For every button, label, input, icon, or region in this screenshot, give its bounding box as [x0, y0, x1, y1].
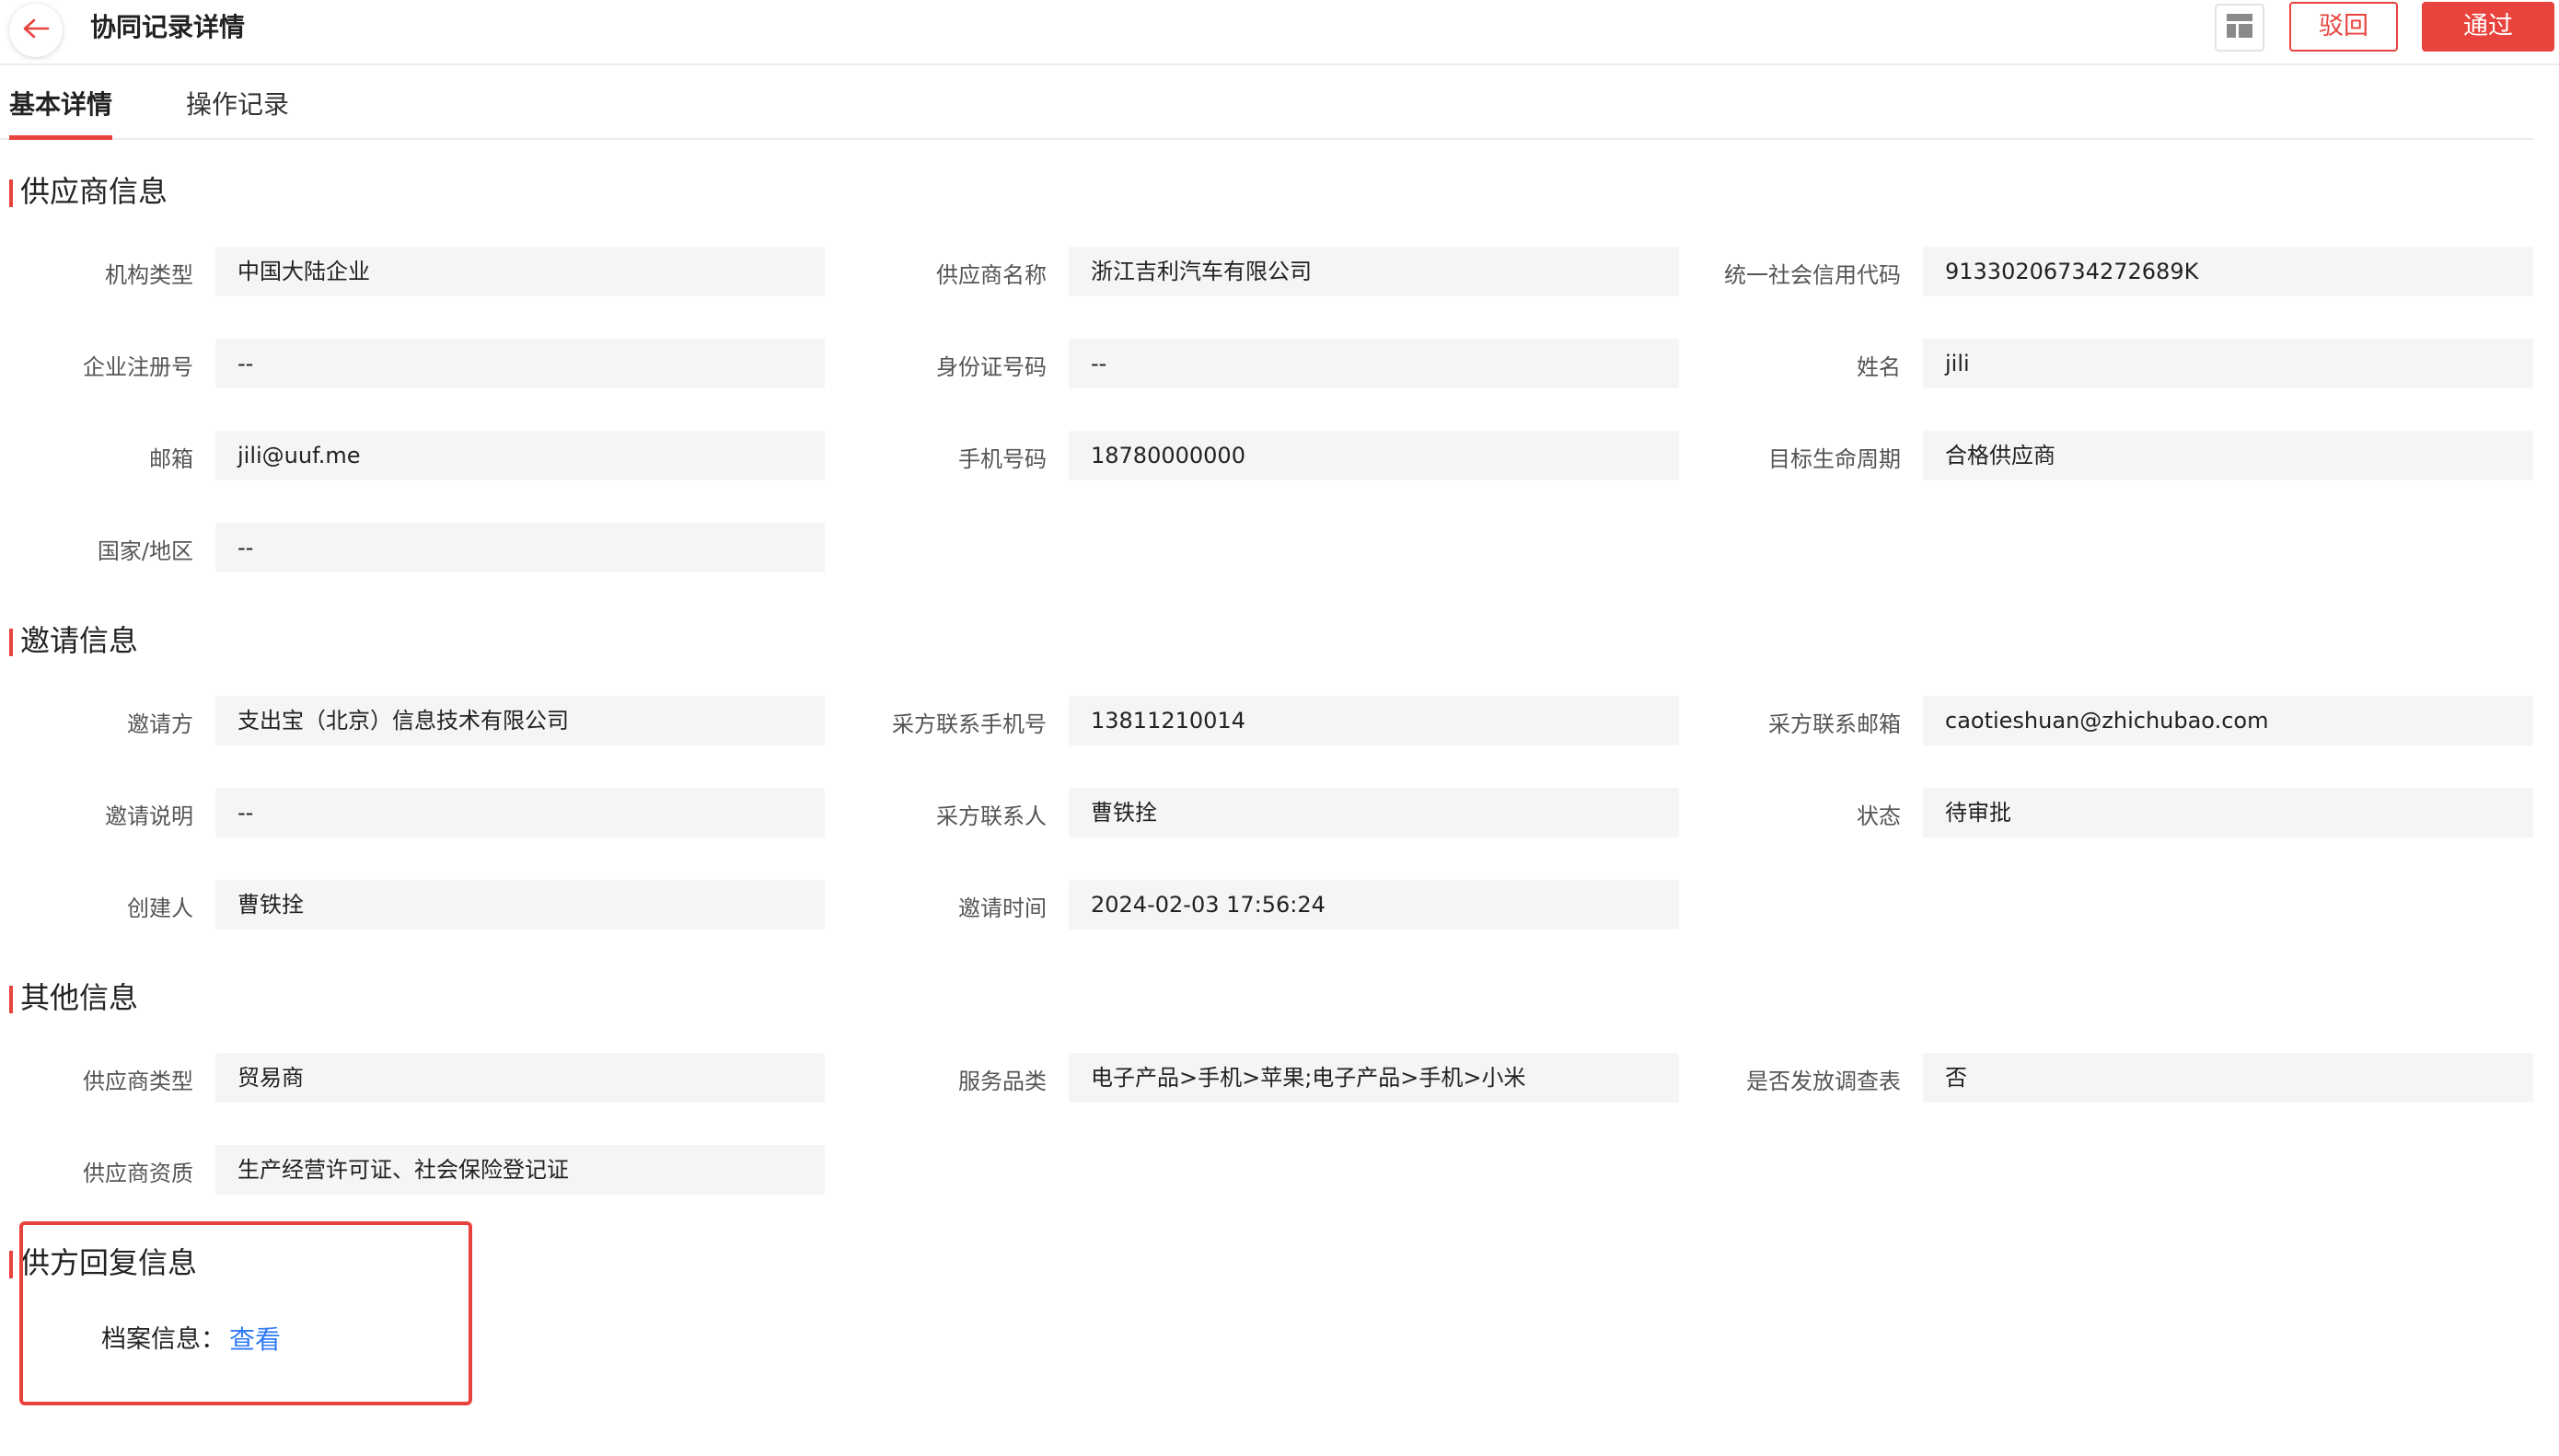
- field-value-org-type: 中国大陆企业: [215, 247, 825, 296]
- section-title-other-info: 其他信息: [9, 979, 138, 1016]
- field-label-supplier-qualification: 供应商资质: [83, 1161, 193, 1186]
- field-value-name: jili: [1923, 339, 2533, 388]
- field-label-supplier-type: 供应商类型: [83, 1069, 193, 1094]
- field-label-creator: 创建人: [127, 896, 193, 921]
- field-value-invite-note: --: [215, 788, 825, 838]
- field-label-buyer-contact: 采方联系人: [936, 803, 1047, 829]
- field-label-buyer-mobile: 采方联系手机号: [892, 711, 1047, 737]
- field-value-buyer-contact: 曹铁拴: [1069, 788, 1679, 838]
- field-label-target-lifecycle: 目标生命周期: [1768, 446, 1901, 472]
- field-label-org-type: 机构类型: [105, 262, 193, 288]
- tab-operation-records[interactable]: 操作记录: [186, 83, 289, 129]
- field-label-service-category: 服务品类: [958, 1069, 1047, 1094]
- field-value-invite-time: 2024-02-03 17:56:24: [1069, 880, 1679, 930]
- pass-button[interactable]: 通过: [2422, 2, 2554, 52]
- field-value-reg-number: --: [215, 339, 825, 388]
- reply-info-highlight-box: [19, 1221, 472, 1405]
- archive-info-label: 档案信息：: [101, 1325, 226, 1354]
- field-label-invite-note: 邀请说明: [105, 803, 193, 829]
- section-title-invite-info: 邀请信息: [9, 622, 138, 659]
- field-value-supplier-name: 浙江吉利汽车有限公司: [1069, 247, 1679, 296]
- field-label-inviter: 邀请方: [127, 711, 193, 737]
- field-value-inviter: 支出宝（北京）信息技术有限公司: [215, 696, 825, 745]
- field-label-name: 姓名: [1857, 354, 1901, 380]
- field-value-creator: 曹铁拴: [215, 880, 825, 930]
- field-label-reg-number: 企业注册号: [83, 354, 193, 380]
- view-archive-link[interactable]: 查看: [229, 1320, 281, 1360]
- field-value-supplier-qualification: 生产经营许可证、社会保险登记证: [215, 1145, 825, 1195]
- section-title-supplier-info: 供应商信息: [9, 173, 168, 210]
- page-header: 协同记录详情 驳回 通过: [0, 0, 2559, 65]
- field-label-survey-issued: 是否发放调查表: [1746, 1069, 1901, 1094]
- field-label-buyer-email: 采方联系邮箱: [1768, 711, 1901, 737]
- field-value-target-lifecycle: 合格供应商: [1923, 431, 2533, 480]
- field-value-id-number: --: [1069, 339, 1679, 388]
- layout-icon: [2226, 13, 2253, 42]
- back-button[interactable]: [9, 4, 63, 57]
- field-value-email: jili@uuf.me: [215, 431, 825, 480]
- field-value-mobile: 18780000000: [1069, 431, 1679, 480]
- layout-button[interactable]: [2215, 4, 2264, 52]
- field-label-credit-code: 统一社会信用代码: [1724, 262, 1901, 288]
- field-label-invite-time: 邀请时间: [958, 896, 1047, 921]
- field-value-status: 待审批: [1923, 788, 2533, 838]
- field-label-status: 状态: [1857, 803, 1901, 829]
- field-value-supplier-type: 贸易商: [215, 1053, 825, 1103]
- field-label-id-number: 身份证号码: [936, 354, 1047, 380]
- tab-basic-details[interactable]: 基本详情: [9, 83, 113, 140]
- field-label-country: 国家/地区: [97, 538, 193, 564]
- field-label-supplier-name: 供应商名称: [936, 262, 1047, 288]
- tab-bar: 基本详情 操作记录: [0, 66, 2533, 140]
- field-value-buyer-mobile: 13811210014: [1069, 696, 1679, 745]
- field-value-country: --: [215, 523, 825, 572]
- field-value-credit-code: 91330206734272689K: [1923, 247, 2533, 296]
- reject-button[interactable]: 驳回: [2289, 2, 2398, 52]
- page-title: 协同记录详情: [90, 12, 246, 42]
- field-value-buyer-email: caotieshuan@zhichubao.com: [1923, 696, 2533, 745]
- field-value-survey-issued: 否: [1923, 1053, 2533, 1103]
- field-label-email: 邮箱: [149, 446, 193, 472]
- field-label-mobile: 手机号码: [958, 446, 1047, 472]
- field-value-service-category: 电子产品>手机>苹果;电子产品>手机>小米: [1069, 1053, 1679, 1103]
- arrow-left-icon: [22, 17, 50, 43]
